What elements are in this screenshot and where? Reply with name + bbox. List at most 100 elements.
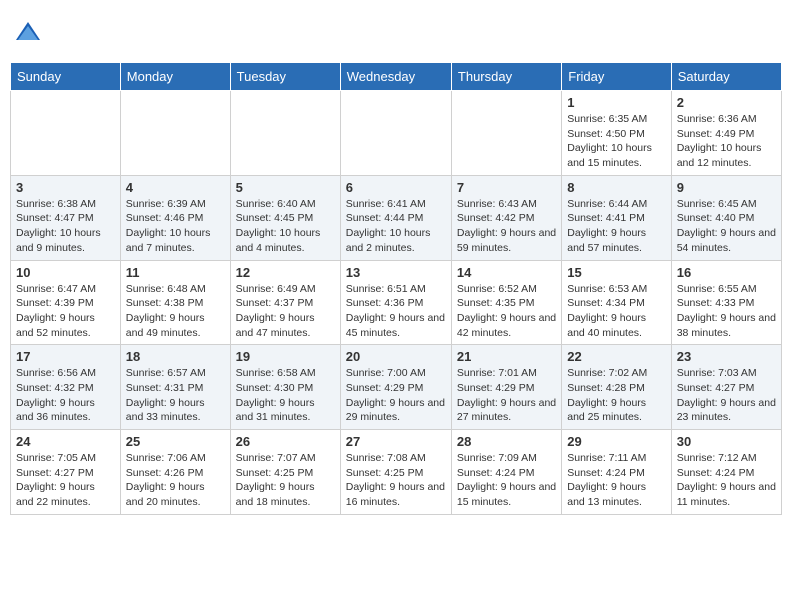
day-number: 8 (567, 180, 665, 195)
calendar-cell (11, 91, 121, 176)
day-info: Sunrise: 7:11 AM Sunset: 4:24 PM Dayligh… (567, 451, 665, 510)
calendar-cell: 30 Sunrise: 7:12 AM Sunset: 4:24 PM Dayli… (671, 430, 781, 515)
day-number: 4 (126, 180, 225, 195)
calendar-cell: 3 Sunrise: 6:38 AM Sunset: 4:47 PM Daylig… (11, 175, 121, 260)
day-info: Sunrise: 6:45 AM Sunset: 4:40 PM Dayligh… (677, 197, 776, 256)
day-number: 2 (677, 95, 776, 110)
day-number: 5 (236, 180, 335, 195)
day-info: Sunrise: 6:38 AM Sunset: 4:47 PM Dayligh… (16, 197, 115, 256)
day-info: Sunrise: 6:51 AM Sunset: 4:36 PM Dayligh… (346, 282, 446, 341)
day-number: 21 (457, 349, 556, 364)
calendar-cell: 26Sunrise: 7:07 AM Sunset: 4:25 PM Dayli… (230, 430, 340, 515)
day-number: 11 (126, 265, 225, 280)
day-info: Sunrise: 7:05 AM Sunset: 4:27 PM Dayligh… (16, 451, 115, 510)
day-info: Sunrise: 7:06 AM Sunset: 4:26 PM Dayligh… (126, 451, 225, 510)
day-number: 12 (236, 265, 335, 280)
calendar-cell: 8 Sunrise: 6:44 AM Sunset: 4:41 PM Daylig… (562, 175, 671, 260)
day-number: 6 (346, 180, 446, 195)
calendar-cell: 7 Sunrise: 6:43 AM Sunset: 4:42 PM Daylig… (451, 175, 561, 260)
calendar-cell: 18 Sunrise: 6:57 AM Sunset: 4:31 PM Dayli… (120, 345, 230, 430)
day-number: 1 (567, 95, 665, 110)
day-number: 3 (16, 180, 115, 195)
day-number: 27 (346, 434, 446, 449)
weekday-header-monday: Monday (120, 63, 230, 91)
day-info: Sunrise: 7:08 AM Sunset: 4:25 PM Dayligh… (346, 451, 446, 510)
day-number: 10 (16, 265, 115, 280)
day-info: Sunrise: 6:48 AM Sunset: 4:38 PM Dayligh… (126, 282, 225, 341)
day-number: 13 (346, 265, 446, 280)
day-info: Sunrise: 7:12 AM Sunset: 4:24 PM Dayligh… (677, 451, 776, 510)
day-info: Sunrise: 6:41 AM Sunset: 4:44 PM Dayligh… (346, 197, 446, 256)
day-number: 18 (126, 349, 225, 364)
day-info: Sunrise: 6:57 AM Sunset: 4:31 PM Dayligh… (126, 366, 225, 425)
calendar-cell: 13 Sunrise: 6:51 AM Sunset: 4:36 PM Dayli… (340, 260, 451, 345)
day-info: Sunrise: 6:36 AM Sunset: 4:49 PM Dayligh… (677, 112, 776, 171)
day-number: 30 (677, 434, 776, 449)
calendar-cell: 1 Sunrise: 6:35 AM Sunset: 4:50 PM Daylig… (562, 91, 671, 176)
logo (14, 18, 46, 46)
day-info: Sunrise: 7:01 AM Sunset: 4:29 PM Dayligh… (457, 366, 556, 425)
calendar-cell: 20Sunrise: 7:00 AM Sunset: 4:29 PM Dayli… (340, 345, 451, 430)
day-info: Sunrise: 7:09 AM Sunset: 4:24 PM Dayligh… (457, 451, 556, 510)
weekday-header-wednesday: Wednesday (340, 63, 451, 91)
calendar-cell: 24 Sunrise: 7:05 AM Sunset: 4:27 PM Dayli… (11, 430, 121, 515)
calendar-cell (340, 91, 451, 176)
calendar-cell: 29 Sunrise: 7:11 AM Sunset: 4:24 PM Dayli… (562, 430, 671, 515)
calendar-cell: 14 Sunrise: 6:52 AM Sunset: 4:35 PM Dayli… (451, 260, 561, 345)
calendar-cell (451, 91, 561, 176)
day-number: 22 (567, 349, 665, 364)
day-info: Sunrise: 6:44 AM Sunset: 4:41 PM Dayligh… (567, 197, 665, 256)
day-number: 17 (16, 349, 115, 364)
day-number: 19 (236, 349, 335, 364)
logo-icon (14, 18, 42, 46)
calendar-cell: 15 Sunrise: 6:53 AM Sunset: 4:34 PM Dayli… (562, 260, 671, 345)
calendar-cell: 2 Sunrise: 6:36 AM Sunset: 4:49 PM Daylig… (671, 91, 781, 176)
calendar-cell: 27 Sunrise: 7:08 AM Sunset: 4:25 PM Dayli… (340, 430, 451, 515)
calendar-cell: 19Sunrise: 6:58 AM Sunset: 4:30 PM Dayli… (230, 345, 340, 430)
calendar-cell: 23 Sunrise: 7:03 AM Sunset: 4:27 PM Dayli… (671, 345, 781, 430)
day-number: 16 (677, 265, 776, 280)
calendar-table: SundayMondayTuesdayWednesdayThursdayFrid… (10, 62, 782, 515)
calendar-cell: 25 Sunrise: 7:06 AM Sunset: 4:26 PM Dayli… (120, 430, 230, 515)
weekday-header-friday: Friday (562, 63, 671, 91)
calendar-cell: 9 Sunrise: 6:45 AM Sunset: 4:40 PM Daylig… (671, 175, 781, 260)
day-info: Sunrise: 6:53 AM Sunset: 4:34 PM Dayligh… (567, 282, 665, 341)
day-info: Sunrise: 6:52 AM Sunset: 4:35 PM Dayligh… (457, 282, 556, 341)
day-number: 26 (236, 434, 335, 449)
day-info: Sunrise: 6:43 AM Sunset: 4:42 PM Dayligh… (457, 197, 556, 256)
day-info: Sunrise: 6:47 AM Sunset: 4:39 PM Dayligh… (16, 282, 115, 341)
page-header (10, 10, 782, 54)
day-number: 9 (677, 180, 776, 195)
calendar-cell: 4 Sunrise: 6:39 AM Sunset: 4:46 PM Daylig… (120, 175, 230, 260)
calendar-cell: 12 Sunrise: 6:49 AM Sunset: 4:37 PM Dayli… (230, 260, 340, 345)
day-info: Sunrise: 7:03 AM Sunset: 4:27 PM Dayligh… (677, 366, 776, 425)
calendar-cell: 22 Sunrise: 7:02 AM Sunset: 4:28 PM Dayli… (562, 345, 671, 430)
day-info: Sunrise: 6:40 AM Sunset: 4:45 PM Dayligh… (236, 197, 335, 256)
day-number: 20 (346, 349, 446, 364)
calendar-cell: 10 Sunrise: 6:47 AM Sunset: 4:39 PM Dayli… (11, 260, 121, 345)
weekday-header-thursday: Thursday (451, 63, 561, 91)
calendar-cell: 28Sunrise: 7:09 AM Sunset: 4:24 PM Dayli… (451, 430, 561, 515)
weekday-header-sunday: Sunday (11, 63, 121, 91)
day-info: Sunrise: 6:56 AM Sunset: 4:32 PM Dayligh… (16, 366, 115, 425)
calendar-cell (230, 91, 340, 176)
day-info: Sunrise: 6:35 AM Sunset: 4:50 PM Dayligh… (567, 112, 665, 171)
calendar-cell: 16 Sunrise: 6:55 AM Sunset: 4:33 PM Dayli… (671, 260, 781, 345)
day-number: 15 (567, 265, 665, 280)
day-number: 14 (457, 265, 556, 280)
day-number: 7 (457, 180, 556, 195)
weekday-header-saturday: Saturday (671, 63, 781, 91)
calendar-cell: 6 Sunrise: 6:41 AM Sunset: 4:44 PM Daylig… (340, 175, 451, 260)
calendar-cell: 5 Sunrise: 6:40 AM Sunset: 4:45 PM Daylig… (230, 175, 340, 260)
day-info: Sunrise: 6:55 AM Sunset: 4:33 PM Dayligh… (677, 282, 776, 341)
day-info: Sunrise: 7:02 AM Sunset: 4:28 PM Dayligh… (567, 366, 665, 425)
day-number: 25 (126, 434, 225, 449)
day-info: Sunrise: 6:39 AM Sunset: 4:46 PM Dayligh… (126, 197, 225, 256)
day-info: Sunrise: 6:49 AM Sunset: 4:37 PM Dayligh… (236, 282, 335, 341)
day-number: 23 (677, 349, 776, 364)
weekday-header-tuesday: Tuesday (230, 63, 340, 91)
calendar-cell: 11 Sunrise: 6:48 AM Sunset: 4:38 PM Dayli… (120, 260, 230, 345)
day-number: 29 (567, 434, 665, 449)
calendar-cell: 17 Sunrise: 6:56 AM Sunset: 4:32 PM Dayli… (11, 345, 121, 430)
day-number: 24 (16, 434, 115, 449)
